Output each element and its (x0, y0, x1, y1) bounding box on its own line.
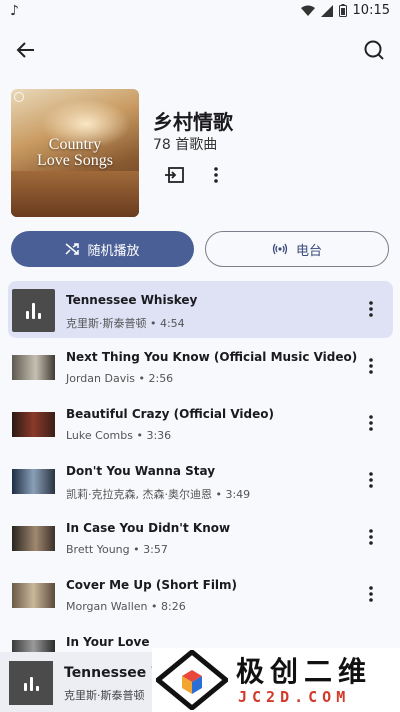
signal-icon (320, 4, 333, 17)
status-bar: ♪ 10:15 (0, 0, 400, 24)
song-title: Next Thing You Know (Official Music Vide… (66, 350, 358, 364)
watermark: 极创二维 JC2D.COM (152, 648, 400, 712)
song-more-button[interactable] (359, 409, 383, 437)
song-title: In Case You Didn't Know (66, 521, 231, 535)
top-app-bar (0, 30, 400, 70)
queue-icon (165, 167, 184, 183)
song-row[interactable]: Tennessee Whiskey 克里斯·斯泰普顿 • 4:54 (8, 281, 393, 338)
song-thumbnail (12, 289, 55, 332)
song-row[interactable]: Next Thing You Know (Official Music Vide… (8, 338, 393, 395)
song-row[interactable]: Cover Me Up (Short Film) Morgan Wallen •… (8, 566, 393, 623)
search-button[interactable] (356, 32, 392, 68)
more-vert-icon (369, 301, 373, 317)
song-more-button[interactable] (359, 523, 383, 551)
song-title: Tennessee Whiskey (66, 293, 198, 307)
song-row[interactable]: In Case You Didn't Know Brett Young • 3:… (8, 509, 393, 566)
song-row[interactable]: Don't You Wanna Stay 凯莉·克拉克森, 杰森·奥尔迪恩 • … (8, 452, 393, 509)
watermark-text: 极创二维 (236, 655, 373, 688)
battery-icon (338, 4, 347, 17)
song-thumbnail (12, 517, 55, 560)
song-more-button[interactable] (359, 352, 383, 380)
song-subtitle: 凯莉·克拉克森, 杰森·奥尔迪恩 • 3:49 (66, 488, 251, 501)
mini-player-thumbnail (9, 661, 53, 705)
search-icon (364, 40, 384, 60)
song-thumbnail (12, 574, 55, 617)
song-thumbnail (12, 460, 55, 503)
shuffle-play-button[interactable]: 随机播放 (11, 231, 194, 267)
status-icons: 10:15 (300, 3, 390, 18)
watermark-logo-icon (156, 650, 228, 710)
cover-text-line1: Country (48, 136, 102, 153)
song-more-button[interactable] (359, 295, 383, 323)
status-time: 10:15 (352, 3, 390, 18)
song-title: In Your Love (66, 635, 150, 649)
arrow-back-icon (16, 42, 34, 58)
song-title: Beautiful Crazy (Official Video) (66, 407, 274, 421)
more-vert-icon (369, 529, 373, 545)
shuffle-icon (65, 243, 80, 255)
playlist-more-button[interactable] (204, 161, 228, 189)
song-subtitle: 克里斯·斯泰普顿 • 4:54 (66, 317, 185, 330)
song-subtitle: Luke Combs • 3:36 (66, 429, 172, 442)
song-more-button[interactable] (359, 580, 383, 608)
shuffle-play-label: 随机播放 (87, 243, 140, 259)
music-note-icon: ♪ (10, 3, 19, 19)
song-thumbnail (12, 403, 55, 446)
playlist-song-count: 78 首歌曲 (153, 137, 218, 153)
add-to-queue-button[interactable] (160, 161, 188, 189)
cover-text: Country Love Songs (11, 137, 139, 169)
back-button[interactable] (8, 32, 44, 68)
more-vert-icon (369, 472, 373, 488)
wifi-icon (300, 5, 315, 16)
song-more-button[interactable] (359, 466, 383, 494)
song-title: Don't You Wanna Stay (66, 464, 216, 478)
more-vert-icon (369, 358, 373, 374)
equalizer-icon (23, 675, 39, 691)
cover-field (11, 171, 139, 217)
song-subtitle: Morgan Wallen • 8:26 (66, 600, 186, 613)
cover-text-line2: Love Songs (37, 152, 113, 169)
radio-label: 电台 (295, 243, 322, 259)
song-thumbnail (12, 346, 55, 389)
equalizer-icon (26, 302, 41, 319)
radio-button[interactable]: 电台 (205, 231, 389, 267)
playlist-title: 乡村情歌 (153, 110, 233, 134)
song-title: Cover Me Up (Short Film) (66, 578, 238, 592)
more-vert-icon (214, 167, 218, 183)
more-vert-icon (369, 415, 373, 431)
mini-player-subtitle: 克里斯·斯泰普顿 (64, 689, 145, 702)
watermark-domain: JC2D.COM (238, 688, 351, 706)
song-subtitle: Brett Young • 3:57 (66, 543, 168, 556)
playlist-cover: Country Love Songs (11, 89, 139, 217)
cover-badge-icon (14, 92, 24, 102)
song-subtitle: Jordan Davis • 2:56 (66, 372, 174, 385)
more-vert-icon (369, 586, 373, 602)
song-row[interactable]: Beautiful Crazy (Official Video) Luke Co… (8, 395, 393, 452)
radio-waves-icon (272, 243, 288, 255)
